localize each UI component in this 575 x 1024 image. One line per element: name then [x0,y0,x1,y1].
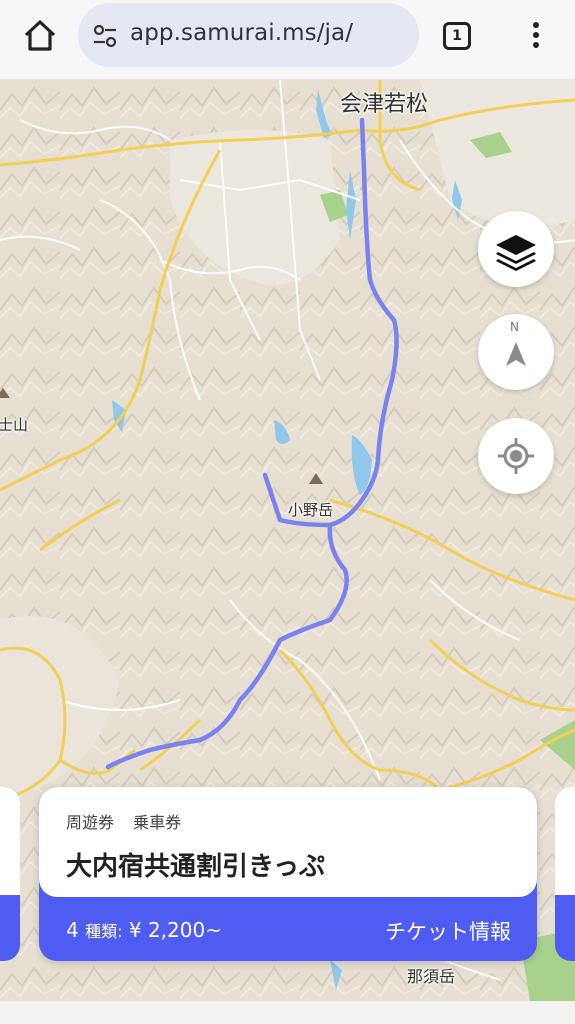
tab-switcher-button[interactable]: 1 [443,22,471,50]
place-label-onodake: 小野岳 [288,501,334,519]
prev-ticket-card[interactable] [0,787,20,961]
my-location-icon [498,438,534,474]
address-bar[interactable]: app.samurai.ms/ja/ [78,3,419,67]
home-icon[interactable] [20,16,60,56]
url-text: app.samurai.ms/ja/ [130,20,354,46]
ticket-tag: 乗車券 [133,813,182,832]
ticket-tags: 周遊券 乗車券 [66,809,195,833]
next-ticket-card[interactable] [555,787,575,961]
site-settings-icon[interactable] [92,23,118,49]
compass-north-label: N [510,320,519,334]
my-location-button[interactable] [478,418,554,494]
compass-button[interactable]: N [478,314,554,390]
ticket-price: 4 種類: ¥ 2,200~ [66,918,222,942]
ticket-count-unit: 種類: [85,922,123,941]
place-label-left-peak: 士山 [0,416,29,434]
browser-toolbar: app.samurai.ms/ja/ 1 [0,0,575,80]
place-label-nasudake: 那須岳 [407,967,456,986]
ticket-title: 大内宿共通割引きっぷ [66,852,325,882]
place-label-aizuwakamatsu: 会津若松 [340,92,429,117]
ticket-count: 4 [66,918,79,942]
ticket-card-header: 周遊券 乗車券 大内宿共通割引きっぷ [39,787,537,897]
ticket-info-link[interactable]: チケット情報 [385,916,511,946]
ticket-price-value: ¥ 2,200~ [128,918,222,942]
layers-icon [496,235,536,271]
ticket-card[interactable]: 周遊券 乗車券 大内宿共通割引きっぷ 4 種類: ¥ 2,200~ チケット情報 [39,787,537,961]
more-menu-icon[interactable] [524,18,548,54]
bottom-bar [0,1001,575,1024]
map-layers-button[interactable] [478,211,554,287]
ticket-tag: 周遊券 [66,813,115,832]
